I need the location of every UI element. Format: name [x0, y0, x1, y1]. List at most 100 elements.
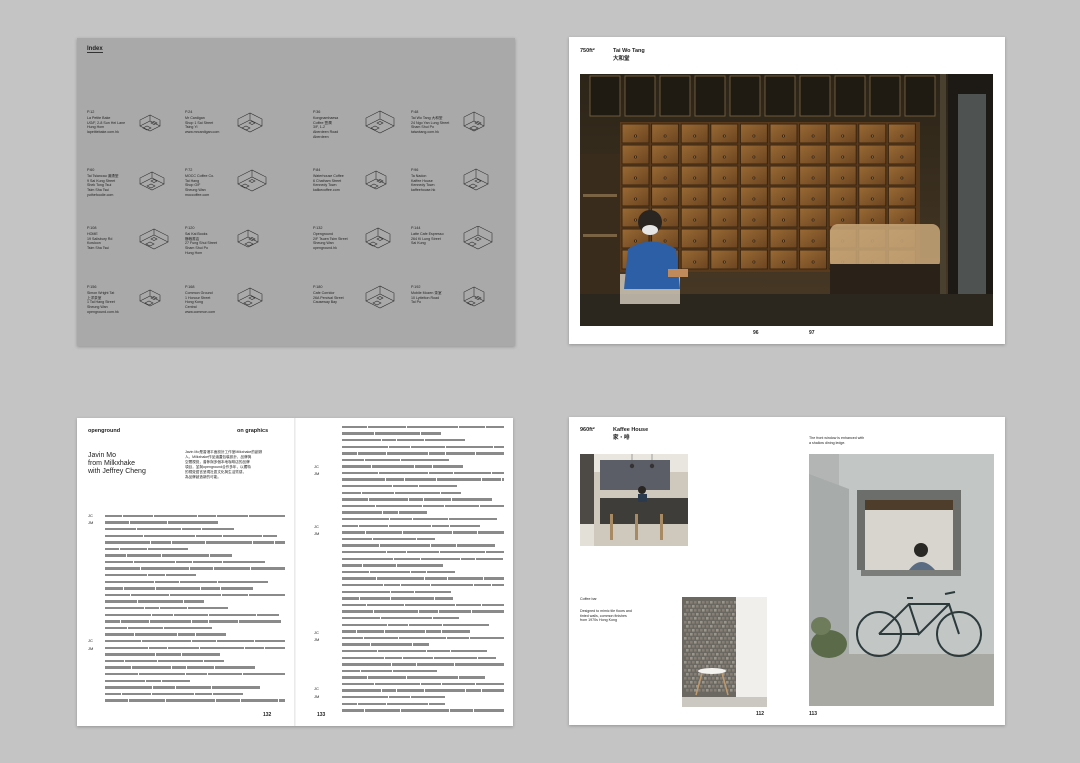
index-entry-text: MOCC Coffee Co. Tai Hang Shop G/F Sheung Wa… [185, 174, 231, 197]
kaffee-house-area: 960ft² [580, 427, 595, 433]
index-entry-page: P.60 [87, 168, 95, 172]
index-entry-text: Cafe Corridor 26A Percival Street Causeway… [313, 291, 359, 305]
qa-label: JM [314, 637, 320, 642]
text-line [342, 483, 504, 490]
text-line [342, 609, 504, 616]
index-entry: P.84 Waterhouse Coffee 6 Chatham Street Ken… [313, 168, 405, 216]
isometric-floorplan-icon [365, 285, 395, 309]
index-entry-text: Tai Tsiancau 滿湧堂 9 Sai Kung Street Shek To… [87, 174, 133, 197]
interview-spread: openground on graphics Javin Mo from Mil… [77, 418, 513, 726]
storefront-illustration [809, 454, 994, 706]
text-line [342, 655, 504, 662]
interview-page-right: 133 [317, 712, 326, 718]
index-entry-text: Latte Cafe Espresso 264 Ki Lung Street Sai… [411, 232, 457, 246]
interview-page-left: 132 [263, 712, 272, 718]
text-line [342, 576, 504, 583]
isometric-floorplan-icon [463, 286, 485, 307]
index-entry-page: P.132 [313, 226, 323, 230]
index-entry-line: moccoffee.com [185, 192, 210, 197]
tai-wo-tang-name-en: Tai Wo Tang [613, 48, 645, 54]
text-line [342, 569, 504, 576]
text-line [342, 661, 504, 668]
index-entry-page: P.168 [185, 285, 195, 289]
text-line [342, 642, 504, 649]
text-line [342, 477, 504, 484]
text-line [342, 635, 504, 642]
index-entry-line: Tsim Sha Tsui [87, 246, 110, 251]
text-line [105, 533, 285, 540]
text-line [342, 470, 504, 477]
qa-label: JM [88, 646, 94, 651]
text-line [105, 651, 285, 658]
index-entry-line: lapetitebake.com.hk [87, 130, 119, 135]
pharmacy-illustration [580, 74, 993, 326]
index-entry-page: P.96 [411, 168, 419, 172]
index-entry-page: P.84 [313, 168, 321, 172]
text-line [105, 658, 285, 665]
text-line [342, 523, 504, 530]
index-entry-page: P.180 [313, 285, 323, 289]
storefront-bicycle-photo [809, 454, 994, 706]
interview-text-left [105, 513, 285, 704]
index-entry-line: Hung Hom [185, 250, 203, 255]
index-entry-page: P.48 [411, 110, 419, 114]
text-line [105, 559, 285, 566]
index-entry-text: Openground 2/F Tsuen Tsim Street Sheung Wa… [313, 232, 359, 251]
isometric-floorplan-icon [237, 287, 263, 308]
text-line [342, 510, 504, 517]
index-entry-page: P.144 [411, 226, 421, 230]
isometric-floorplan-icon [139, 171, 165, 191]
index-entry: P.60 Tai Tsiancau 滿湧堂 9 Sai Kung Street She… [87, 168, 179, 216]
text-line [105, 520, 285, 527]
text-line [105, 684, 285, 691]
text-line [342, 516, 504, 523]
isometric-floorplan-icon [463, 111, 485, 132]
text-line [342, 503, 504, 510]
text-line [342, 530, 504, 537]
index-entry-page: P.120 [185, 226, 195, 230]
index-spread: Index P.12 La Petite Bake UG/F, 2-8 Sun He… [77, 38, 515, 346]
text-line [342, 562, 504, 569]
index-entry-page: P.192 [411, 285, 421, 289]
index-entry: P.144 Latte Cafe Espresso 264 Ki Lung Stre… [411, 226, 503, 274]
text-line [105, 619, 285, 626]
index-entry-text: Mr Cardigan Shop 1 Sai Street Tsing Yi www.… [185, 116, 231, 135]
text-line [105, 691, 285, 698]
isometric-floorplan-icon [139, 289, 161, 307]
text-line [342, 595, 504, 602]
index-entry-line: kalikecoffee.com [313, 188, 340, 193]
index-entry-text: Tai Wo Tang 大和堂 24 Ngo Yan Lung Street Sha… [411, 116, 457, 135]
index-entry-line: kaffeehouse.hk [411, 188, 436, 193]
qa-label: JC [314, 630, 319, 635]
isometric-floorplan-icon [365, 227, 391, 249]
text-line [342, 688, 504, 695]
text-line [342, 444, 504, 451]
isometric-floorplan-icon [463, 226, 493, 250]
qa-label: JC [314, 464, 319, 469]
isometric-floorplan-icon [365, 170, 387, 190]
index-entry: P.96 Ta Nadon Kaffee House Kennedy Town kaff… [411, 168, 503, 216]
text-line [105, 698, 285, 705]
qa-label: JM [314, 531, 320, 536]
qa-label: JC [88, 638, 93, 643]
kaffee-house-page-left: 112 [756, 711, 765, 717]
tile-corner-photo [682, 597, 767, 707]
index-entry-text: La Petite Bake UG/F, 2-8 Sun Hei Lane Hung… [87, 116, 133, 135]
cafe-interior-illustration [580, 454, 688, 546]
isometric-floorplan-icon [237, 169, 267, 192]
index-entry-page: P.24 [185, 110, 193, 114]
interview-headline: Javin Mo from Milkxhake with Jeffrey Che… [88, 452, 146, 476]
index-entry: P.24 Mr Cardigan Shop 1 Sai Street Tsing Yi… [185, 110, 277, 158]
text-line [342, 622, 504, 629]
text-line [105, 513, 285, 520]
index-entry-page: P.108 [87, 226, 97, 230]
tai-wo-tang-name-zh: 大和堂 [613, 56, 630, 62]
index-entry: P.180 Cafe Corridor 26A Percival Street Cau… [313, 285, 405, 333]
text-line [105, 546, 285, 553]
text-line [105, 592, 285, 599]
index-entry-text: Simon Wright Tat 上洋茶室 1 Tai Hang Street She… [87, 291, 133, 314]
text-line [342, 694, 504, 701]
index-entry-page: P.36 [313, 110, 321, 114]
pharmacy-interior-photo [580, 74, 993, 326]
index-entry-line: openground.hk [313, 246, 337, 251]
